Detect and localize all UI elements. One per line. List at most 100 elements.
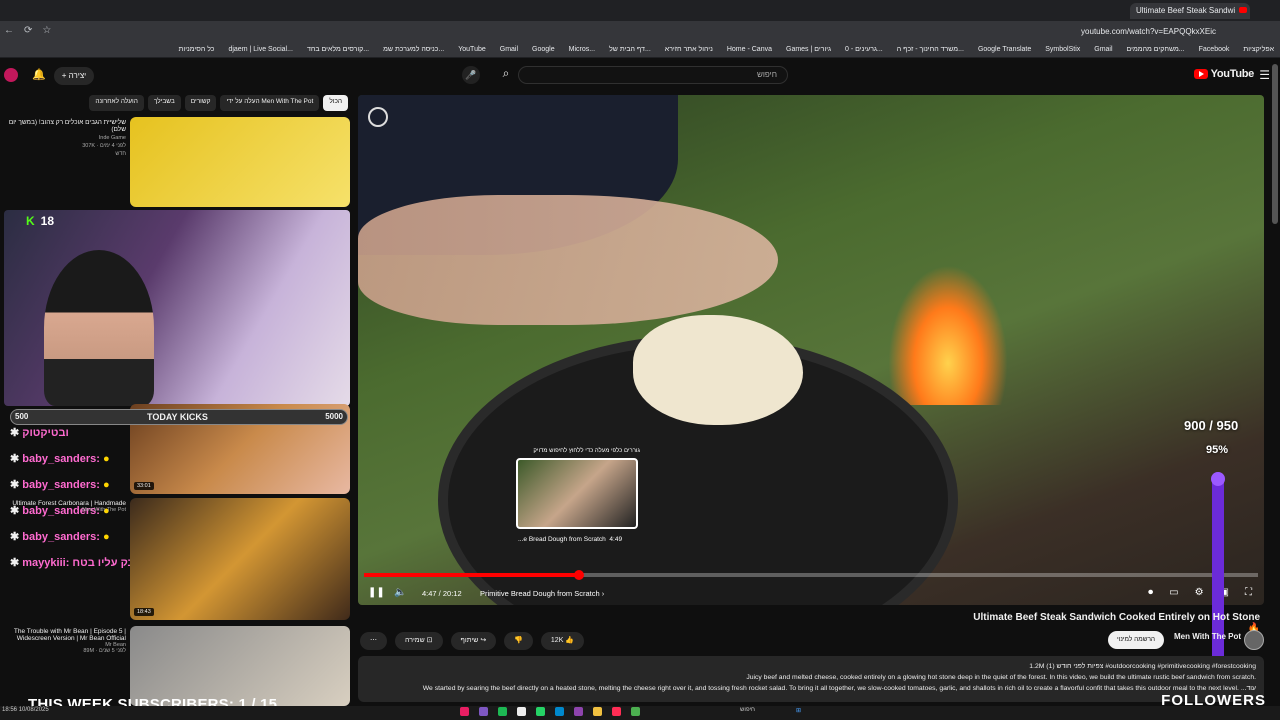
chat-user: baby_sanders: — [22, 531, 100, 543]
channel-avatar[interactable] — [1244, 630, 1264, 650]
tiktok-icon[interactable] — [612, 707, 621, 716]
chip-item[interactable]: בשבילך — [147, 95, 181, 111]
bookmark-item[interactable]: djaem | Live Social... — [228, 46, 292, 53]
bookmark-item[interactable]: Gmail — [1094, 46, 1112, 53]
share-button[interactable]: שיתוף ↪ — [450, 632, 497, 650]
search-icon[interactable]: ⌕ — [494, 66, 518, 84]
bookmark-item[interactable]: דף הבית של... — [609, 46, 651, 53]
app-icon[interactable] — [574, 707, 583, 716]
chip-item[interactable]: העלה על ידי Men With The Pot — [220, 95, 320, 111]
youtube-play-icon — [1193, 69, 1208, 79]
spotify-icon[interactable] — [498, 707, 507, 716]
like-button[interactable]: 12K 👍 — [540, 632, 585, 650]
kicks-goal-bar: 500 TODAY KICKS 5000 — [10, 409, 348, 425]
pause-icon[interactable]: ❚❚ — [368, 587, 385, 598]
browser-tab-strip: Ultimate Beef Steak Sandwi — [0, 0, 1280, 21]
subtitles-icon[interactable]: ▭ — [1169, 587, 1178, 598]
time-display: 4:47 / 20:12 — [422, 589, 462, 598]
bookmark-item[interactable]: YouTube — [458, 46, 486, 53]
bookmark-item[interactable]: כניסה למערכת שמ... — [383, 46, 444, 53]
bookmark-item[interactable]: משרד החינוך - זכף ה... — [897, 46, 964, 53]
description-box[interactable]: 1.2M צפיות לפני חודש (1) #outdoorcooking… — [358, 656, 1264, 702]
bookmark-item[interactable]: כל הסימניות — [179, 46, 215, 53]
rec-title[interactable]: Ultimate Forest Carbonara | Handmade — [2, 500, 126, 507]
list-item[interactable]: שלישיית הגבים אוכלים רק צהוב! (במשך יום … — [0, 117, 352, 207]
channel-name[interactable]: Men With The Pot — [1174, 632, 1241, 641]
chip-item[interactable]: הכול — [323, 95, 348, 111]
kick-icon: K — [26, 214, 35, 228]
bookmark-item[interactable]: Gmail — [500, 46, 518, 53]
whatsapp-icon[interactable] — [536, 707, 545, 716]
goal-label: TODAY KICKS — [147, 412, 208, 422]
bookmark-item[interactable]: קורסים מלאים בחד... — [307, 46, 369, 53]
sub-percent: 95% — [1206, 444, 1229, 456]
app-icon[interactable] — [479, 707, 488, 716]
new-badge: חדש — [115, 151, 126, 157]
chip-item[interactable]: הועלה לאחרונה — [89, 95, 144, 111]
youtube-favicon-icon — [1239, 7, 1248, 13]
url-field[interactable]: youtube.com/watch?v=EAPQQkxXEic — [100, 24, 1220, 39]
bookmark-item[interactable]: Games | גיורים — [786, 46, 831, 53]
rec-meta: 89M · לפני 5 שנים — [83, 648, 126, 654]
app-icon[interactable] — [517, 707, 526, 716]
reload-icon[interactable]: ⟳ — [24, 25, 32, 36]
progress-knob[interactable] — [573, 570, 584, 580]
star-icon[interactable]: ☆ — [42, 25, 51, 36]
youtube-logo[interactable]: YouTube — [1193, 68, 1254, 80]
bookmark-item[interactable]: SymbolStix — [1045, 46, 1080, 53]
rec-title[interactable]: שלישיית הגבים אוכלים רק צהוב! (במשך יום … — [2, 119, 126, 133]
subscribe-button[interactable]: הרשמה למינוי — [1108, 631, 1164, 649]
settings-icon[interactable]: ⚙ — [1195, 587, 1204, 598]
channel-row: הרשמה למינוי Men With The Pot — [1100, 628, 1270, 652]
app-icon[interactable] — [460, 707, 469, 716]
video-player[interactable]: גוררים כלפי מעלה כדי ללחוץ לחיפוש מדויק … — [358, 95, 1264, 605]
bookmark-item[interactable]: משחקים מהממים... — [1127, 46, 1185, 53]
autoplay-toggle-icon[interactable]: ⏺ — [1148, 587, 1153, 598]
avatar[interactable] — [4, 68, 18, 82]
folder-icon[interactable] — [593, 707, 602, 716]
vertical-bar-knob — [1211, 472, 1225, 486]
taskbar-search[interactable]: חיפוש — [740, 707, 755, 713]
chat-message: ✱ mayykiii: איזה ריח נדבק עליו בטח — [10, 556, 191, 582]
telegram-icon[interactable] — [555, 707, 564, 716]
chat-message: ✱ ובטיקטוק — [10, 426, 150, 452]
chapter-button[interactable]: Primitive Bread Dough from Scratch › — [480, 589, 604, 598]
video-thumbnail[interactable] — [130, 626, 350, 706]
save-button[interactable]: שמירה ⊡ — [395, 632, 443, 650]
bell-icon[interactable]: 🔔 — [32, 68, 46, 81]
bookmark-item[interactable]: Facebook — [1199, 46, 1230, 53]
volume-icon[interactable]: 🔈 — [394, 587, 406, 598]
bookmark-icon: ⊡ — [426, 637, 433, 644]
fullscreen-icon[interactable]: ⛶ — [1245, 587, 1252, 598]
video-thumbnail[interactable] — [130, 117, 350, 207]
create-button[interactable]: + יצירה — [54, 67, 94, 85]
video-actions: ⋯ שמירה ⊡ שיתוף ↪ 👎 12K 👍 — [360, 632, 585, 650]
rec-title[interactable]: The Trouble with Mr Bean | Episode 5 | W… — [2, 628, 126, 642]
bookmark-item[interactable]: אפליקציות — [1243, 46, 1274, 53]
taskbar-clock: 18:56 10/08/2025 — [2, 707, 49, 713]
dislike-button[interactable]: 👎 — [504, 632, 533, 650]
bookmark-item[interactable]: גרעינים - 0... — [845, 46, 883, 53]
chip-item[interactable]: קשורים — [184, 95, 217, 111]
scrollbar[interactable] — [1272, 64, 1278, 224]
bookmark-item[interactable]: Google Translate — [978, 46, 1031, 53]
filter-chips: הכול העלה על ידי Men With The Pot קשורים בש… — [0, 95, 352, 111]
windows-icon[interactable]: ⊞ — [796, 707, 801, 714]
chrome-icon[interactable] — [631, 707, 640, 716]
rec-info: שלישיית הגבים אוכלים רק צהוב! (במשך יום … — [2, 119, 126, 157]
menu-icon[interactable]: ☰ — [1259, 68, 1270, 82]
bookmark-item[interactable]: ניהול אתר חזירא — [665, 46, 713, 53]
more-button[interactable]: ⋯ — [360, 632, 387, 650]
star-icon: ✱ — [10, 531, 23, 543]
taskbar: 18:56 10/08/2025 חיפוש ⊞ — [0, 706, 1280, 720]
chat-message: ✱ baby_sanders: ● — [10, 530, 150, 556]
bookmark-item[interactable]: Micros... — [569, 46, 595, 53]
bookmark-item[interactable]: Home - Canva — [727, 46, 772, 53]
mic-icon[interactable]: 🎤 — [462, 66, 480, 84]
tab-active[interactable]: Ultimate Beef Steak Sandwi — [1130, 3, 1250, 19]
video-thumbnail[interactable]: 18:43 — [130, 498, 350, 620]
bookmark-item[interactable]: Google — [532, 46, 555, 53]
progress-bar[interactable] — [364, 570, 1258, 580]
search-input[interactable]: חיפוש — [518, 66, 788, 84]
back-icon[interactable]: ← — [4, 25, 14, 36]
